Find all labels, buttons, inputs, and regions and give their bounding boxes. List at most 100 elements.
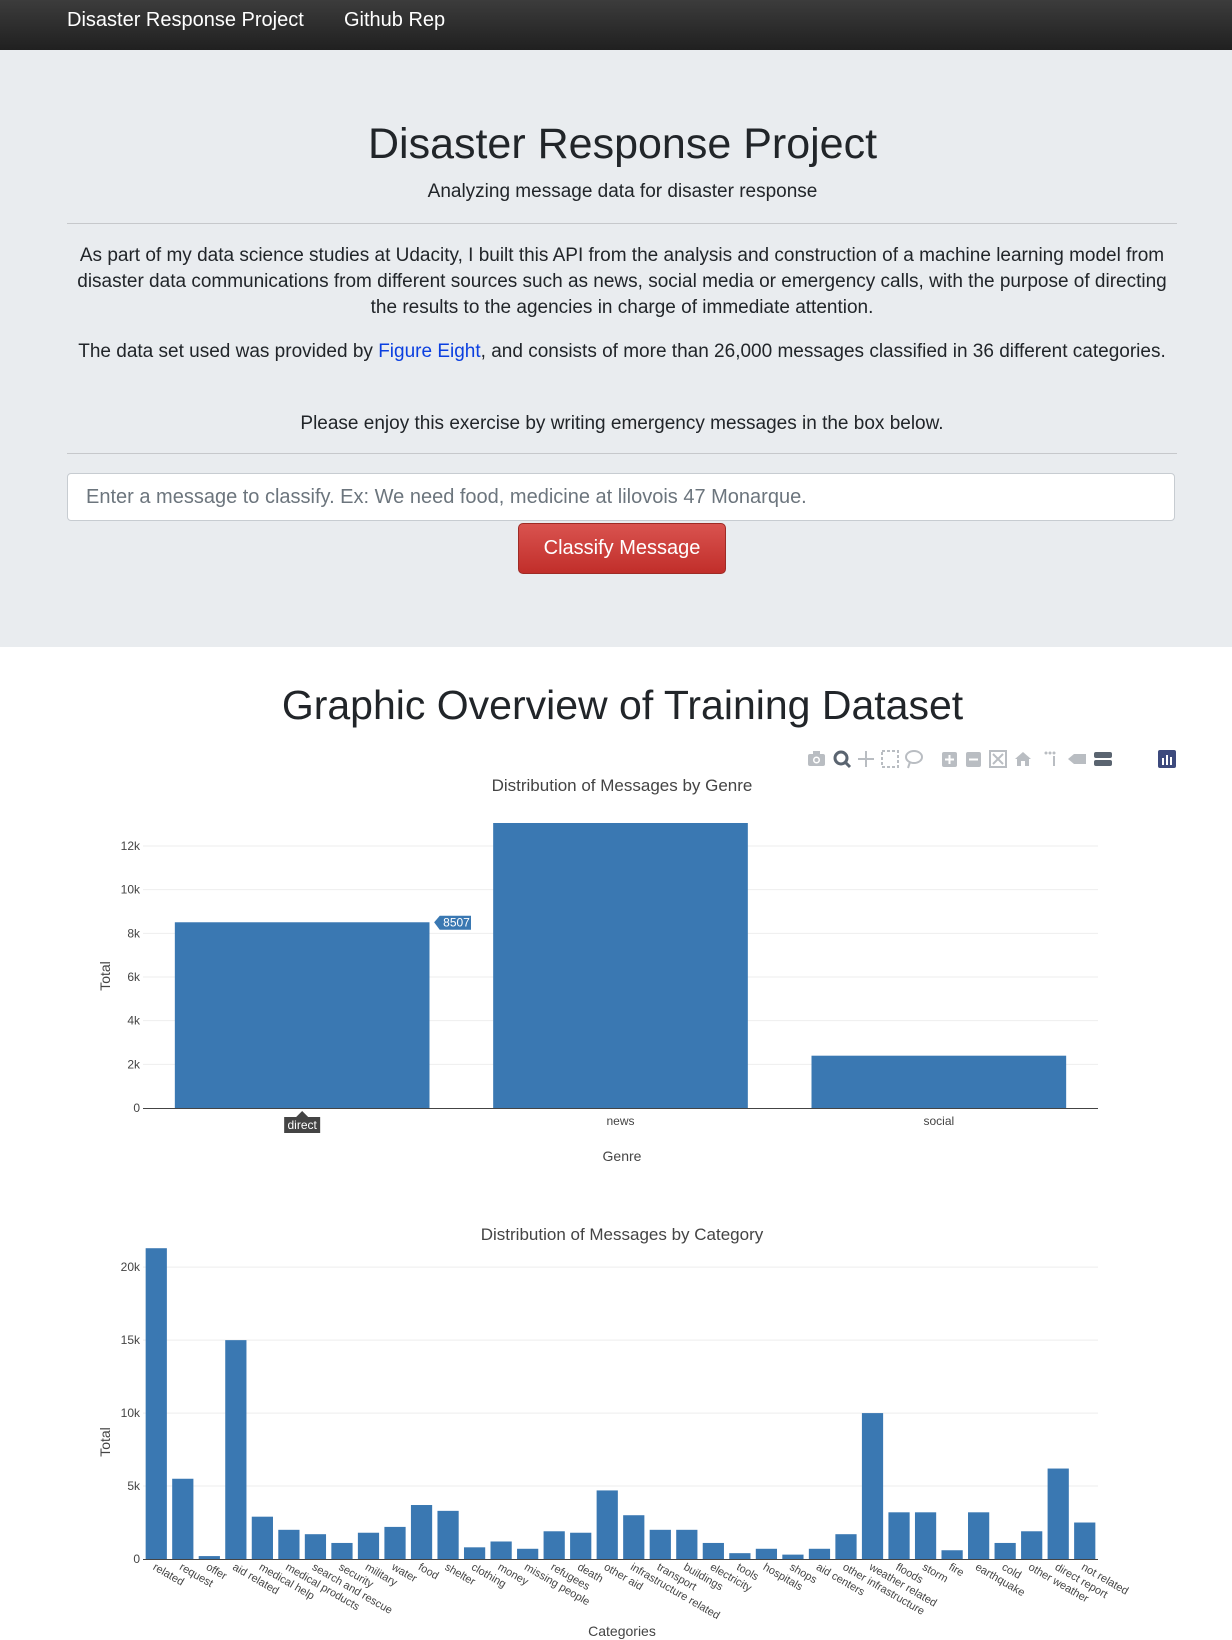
y-tick-label: 5k: [127, 1479, 141, 1493]
bar-fire[interactable]: [941, 1550, 963, 1559]
bar-missing-people[interactable]: [517, 1548, 539, 1559]
bar-refugees[interactable]: [543, 1531, 565, 1559]
github-link[interactable]: Github Rep: [344, 9, 445, 32]
bar-water[interactable]: [384, 1526, 406, 1559]
x-tick-labels: news social: [606, 1114, 954, 1128]
bar-direct[interactable]: [174, 922, 430, 1108]
autoscale-icon[interactable]: [989, 750, 1007, 768]
bar-medical-help[interactable]: [251, 1516, 273, 1559]
plotly-logo-icon[interactable]: [1158, 750, 1176, 768]
y-tick-label: 6k: [127, 970, 141, 984]
lasso-select-icon[interactable]: [905, 750, 923, 769]
bar-earthquake[interactable]: [968, 1512, 990, 1559]
instructions-paragraph: Please enjoy this exercise by writing em…: [300, 413, 944, 434]
bars: [145, 1248, 1096, 1559]
bar-other-weather[interactable]: [1021, 1531, 1043, 1559]
bars: [174, 822, 1067, 1108]
bar-related[interactable]: [145, 1248, 167, 1559]
bar-clothing[interactable]: [463, 1547, 486, 1559]
bar-tools[interactable]: [729, 1553, 751, 1559]
bar-money[interactable]: [490, 1541, 512, 1559]
page-title: Disaster Response Project: [367, 120, 878, 168]
y-tick-label: 2k: [127, 1057, 141, 1071]
camera-icon[interactable]: [808, 751, 825, 766]
message-input[interactable]: [67, 473, 1175, 521]
divider: [67, 223, 1177, 224]
hover-closest-icon[interactable]: [1068, 754, 1086, 764]
bar-food[interactable]: [410, 1505, 433, 1559]
bar-military[interactable]: [357, 1532, 380, 1559]
pan-icon[interactable]: [858, 751, 874, 767]
bar-aid-centers[interactable]: [808, 1548, 831, 1559]
x-tick-label: earthquake: [973, 1561, 1027, 1599]
intro-paragraph: As part of my data science studies at Ud…: [77, 245, 1167, 318]
x-tick-label: storm: [920, 1561, 950, 1585]
bar-hospitals[interactable]: [755, 1548, 778, 1559]
y-tick-label: 10k: [121, 883, 141, 897]
bar-social[interactable]: [811, 1055, 1067, 1108]
bar-transport[interactable]: [649, 1529, 671, 1559]
divider: [67, 453, 1177, 454]
y-tick-label: 0: [133, 1552, 140, 1566]
bar-direct-report[interactable]: [1047, 1468, 1069, 1559]
x-tick-label: food: [416, 1561, 441, 1582]
category-chart: Distribution of Messages by Category 0 5k…: [97, 1225, 1130, 1639]
bar-security[interactable]: [331, 1542, 353, 1559]
box-select-icon[interactable]: [881, 750, 899, 768]
y-tick-label: 20k: [121, 1260, 141, 1274]
bar-infrastructure-related[interactable]: [623, 1515, 645, 1559]
y-axis-title: Total: [97, 961, 113, 991]
overview-title: Graphic Overview of Training Dataset: [281, 682, 964, 728]
y-tick-label: 15k: [121, 1333, 141, 1347]
y-tick-labels: 0 5k 10k 15k 20k: [121, 1260, 141, 1566]
y-tick-label: 12k: [121, 839, 141, 853]
reset-axes-icon[interactable]: [1015, 752, 1031, 766]
bar-shelter[interactable]: [437, 1510, 459, 1559]
value-tooltip-label: 8507: [443, 915, 470, 929]
y-tick-label: 8k: [127, 926, 141, 940]
bar-electricity[interactable]: [702, 1542, 724, 1559]
chart-title: Distribution of Messages by Category: [481, 1225, 764, 1244]
dataset-text-start: The data set used was provided by: [78, 341, 379, 362]
dataset-text-end: , and consists of more than 26,000 messa…: [480, 341, 1166, 362]
zoom-in-icon[interactable]: [942, 752, 957, 767]
bar-cold[interactable]: [994, 1542, 1016, 1559]
y-tick-label: 0: [133, 1101, 140, 1115]
bar-news[interactable]: [493, 822, 748, 1108]
bar-other-infrastructure[interactable]: [835, 1534, 857, 1559]
genre-chart: Distribution of Messages by Genre 0 2k 4k 6…: [97, 776, 1098, 1164]
axis-tooltip-label: direct: [287, 1118, 317, 1132]
x-axis-title: Categories: [588, 1623, 656, 1639]
figure-eight-link[interactable]: Figure Eight: [378, 341, 480, 362]
bar-other-aid[interactable]: [596, 1490, 618, 1559]
x-tick-labels: relatedrequestoffer aid relatedmedical he…: [151, 1561, 1130, 1622]
bar-offer[interactable]: [198, 1556, 220, 1559]
y-tick-label: 10k: [121, 1406, 141, 1420]
bar-storm[interactable]: [914, 1512, 937, 1559]
classify-message-button[interactable]: Classify Message: [518, 523, 726, 574]
bar-request[interactable]: [172, 1478, 194, 1559]
bar-search-and-rescue[interactable]: [304, 1534, 327, 1559]
bar-death[interactable]: [570, 1532, 592, 1559]
bar-not-related[interactable]: [1074, 1522, 1096, 1559]
bar-aid-related[interactable]: [225, 1340, 247, 1559]
bar-buildings[interactable]: [676, 1529, 698, 1559]
y-tick-label: 4k: [127, 1014, 141, 1028]
navbar-brand-link[interactable]: Disaster Response Project: [67, 9, 304, 32]
x-tick-label: social: [923, 1114, 954, 1128]
dataset-paragraph: The data set used was provided by Figure…: [67, 339, 1177, 365]
chart-title: Distribution of Messages by Genre: [492, 776, 753, 795]
y-tick-labels: 0 2k 4k 6k 8k 10k 12k: [121, 839, 141, 1115]
hover-compare-icon[interactable]: [1094, 752, 1112, 766]
spike-lines-icon[interactable]: [1044, 751, 1056, 767]
bar-weather-related[interactable]: [861, 1413, 884, 1559]
gridlines: [143, 1266, 1098, 1487]
bar-floods[interactable]: [888, 1512, 910, 1559]
bar-medical-products[interactable]: [278, 1529, 300, 1559]
bar-shops[interactable]: [782, 1554, 804, 1559]
zoom-icon[interactable]: [833, 750, 852, 769]
x-tick-label: news: [606, 1114, 634, 1128]
x-axis-title: Genre: [603, 1148, 642, 1164]
zoom-out-icon[interactable]: [966, 752, 981, 767]
navbar: Disaster Response Project Github Rep: [0, 0, 1232, 50]
